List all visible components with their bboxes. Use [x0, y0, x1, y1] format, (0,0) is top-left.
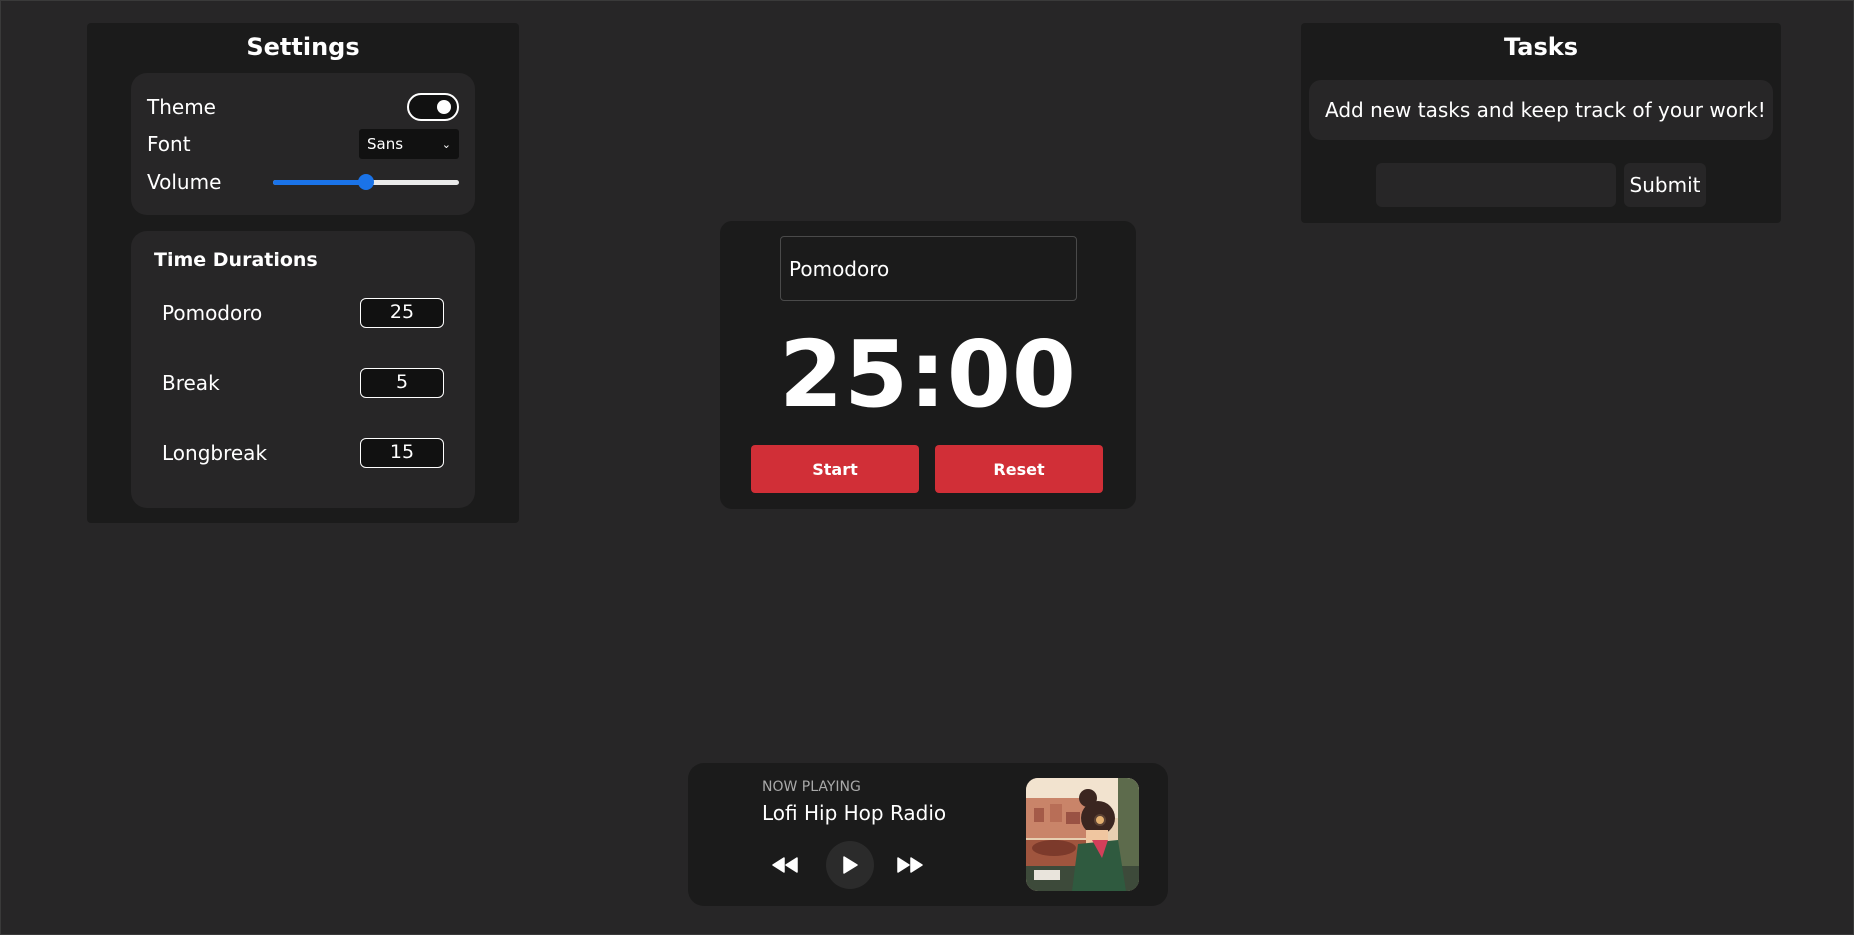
- toggle-knob: [437, 100, 451, 114]
- break-duration-input[interactable]: 5: [360, 368, 444, 398]
- volume-fill: [273, 180, 366, 185]
- duration-row-break: Break 5: [162, 368, 444, 398]
- theme-toggle[interactable]: [407, 93, 459, 121]
- tasks-message: Add new tasks and keep track of your wor…: [1309, 80, 1773, 140]
- fast-forward-icon[interactable]: [888, 843, 932, 887]
- start-button[interactable]: Start: [751, 445, 919, 493]
- volume-thumb[interactable]: [358, 174, 374, 190]
- settings-panel: Settings Theme Font Sans ⌄ Volume Time D…: [87, 23, 519, 523]
- theme-row: Theme: [147, 91, 459, 123]
- track-title: Lofi Hip Hop Radio: [762, 801, 947, 825]
- font-select-value: Sans: [367, 135, 404, 153]
- duration-row-pomodoro: Pomodoro 25: [162, 298, 444, 328]
- duration-label: Pomodoro: [162, 301, 263, 325]
- font-label: Font: [147, 132, 191, 156]
- settings-title: Settings: [246, 33, 360, 61]
- music-player: NOW PLAYING Lofi Hip Hop Radio: [688, 763, 1168, 906]
- play-icon[interactable]: [826, 841, 874, 889]
- volume-label: Volume: [147, 170, 222, 194]
- chevron-down-icon: ⌄: [441, 137, 451, 151]
- album-cover: [1026, 778, 1139, 891]
- timer-mode-field[interactable]: Pomodoro: [780, 236, 1077, 301]
- tasks-title: Tasks: [1503, 33, 1578, 61]
- font-row: Font Sans ⌄: [147, 128, 459, 160]
- duration-label: Break: [162, 371, 220, 395]
- timer-display: 25:00: [779, 321, 1077, 428]
- tasks-panel: Tasks Add new tasks and keep track of yo…: [1301, 23, 1781, 223]
- time-durations-title: Time Durations: [154, 249, 318, 271]
- rewind-icon[interactable]: [763, 843, 807, 887]
- timer-panel: Pomodoro 25:00 Start Reset: [720, 221, 1136, 509]
- longbreak-duration-input[interactable]: 15: [360, 438, 444, 468]
- reset-button[interactable]: Reset: [935, 445, 1103, 493]
- volume-slider[interactable]: [273, 174, 459, 190]
- theme-label: Theme: [147, 95, 216, 119]
- duration-row-longbreak: Longbreak 15: [162, 438, 444, 468]
- now-playing-label: NOW PLAYING: [762, 779, 861, 795]
- time-durations-box: Time Durations Pomodoro 25 Break 5 Longb…: [131, 231, 475, 508]
- submit-button[interactable]: Submit: [1624, 163, 1706, 207]
- volume-row: Volume: [147, 166, 459, 198]
- pomodoro-duration-input[interactable]: 25: [360, 298, 444, 328]
- task-input[interactable]: [1376, 163, 1616, 207]
- font-select[interactable]: Sans ⌄: [359, 129, 459, 159]
- preferences-box: Theme Font Sans ⌄ Volume: [131, 73, 475, 215]
- duration-label: Longbreak: [162, 441, 268, 465]
